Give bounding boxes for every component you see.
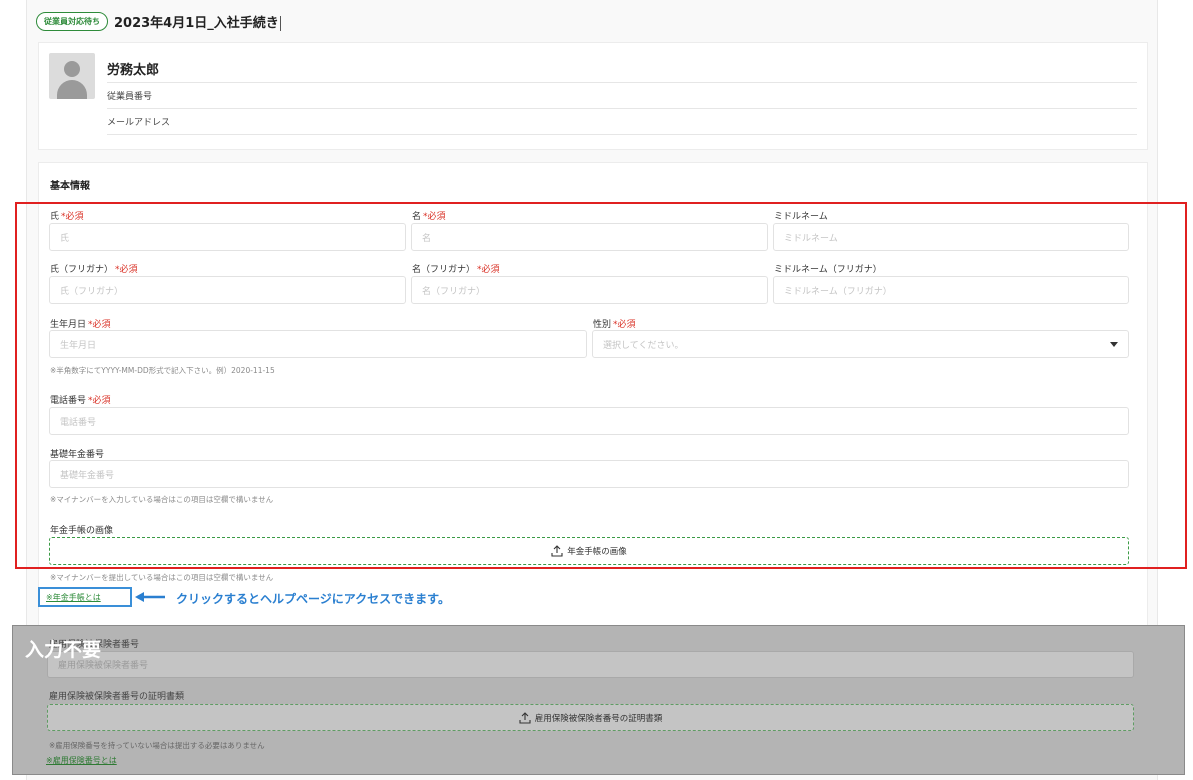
upload-icon <box>519 711 531 724</box>
text-caret <box>279 15 281 31</box>
email-label: メールアドレス <box>107 109 1137 135</box>
pension-book-hint: ※マイナンバーを提出している場合はこの項目は空欄で構いません <box>50 573 274 582</box>
employment-insurance-doc-label: 雇用保険被保険者番号の証明書類 <box>49 692 185 702</box>
employee-number-label: 従業員番号 <box>107 83 1137 109</box>
employment-insurance-hint: ※雇用保険番号を持っていない場合は提出する必要はありません <box>49 741 265 750</box>
employment-insurance-upload-button[interactable]: 雇用保険被保険者番号の証明書類 <box>47 704 1134 731</box>
status-badge: 従業員対応待ち <box>36 11 108 31</box>
page-header: 従業員対応待ち 2023年4月1日_入社手続き <box>36 10 281 32</box>
avatar <box>49 53 95 99</box>
no-input-required-label: 入力不要 <box>25 639 102 661</box>
employment-insurance-upload-label: 雇用保険被保険者番号の証明書類 <box>534 713 663 724</box>
page-title[interactable]: 2023年4月1日_入社手続き <box>114 12 281 31</box>
employment-insurance-overlay: 雇用保険被保険者番号 雇用保険被保険者番号 雇用保険被保険者番号の証明書類 雇用… <box>12 625 1185 775</box>
help-callout: クリックするとヘルプページにアクセスできます。 <box>176 592 450 606</box>
employment-insurance-number-input[interactable]: 雇用保険被保険者番号 <box>47 651 1134 678</box>
required-fields-highlight <box>15 202 1187 569</box>
avatar-body-shape <box>57 80 87 99</box>
avatar-head-shape <box>64 61 80 77</box>
pension-book-help-link[interactable]: ※年金手帳とは <box>38 587 132 607</box>
profile-card: 労務太郎 従業員番号 メールアドレス <box>38 42 1148 150</box>
arrow-left-icon <box>135 592 165 602</box>
employee-name: 労務太郎 <box>107 55 1137 83</box>
section-title-basic-info: 基本情報 <box>50 181 90 192</box>
employment-insurance-help-link[interactable]: ※雇用保険番号とは <box>46 755 117 766</box>
